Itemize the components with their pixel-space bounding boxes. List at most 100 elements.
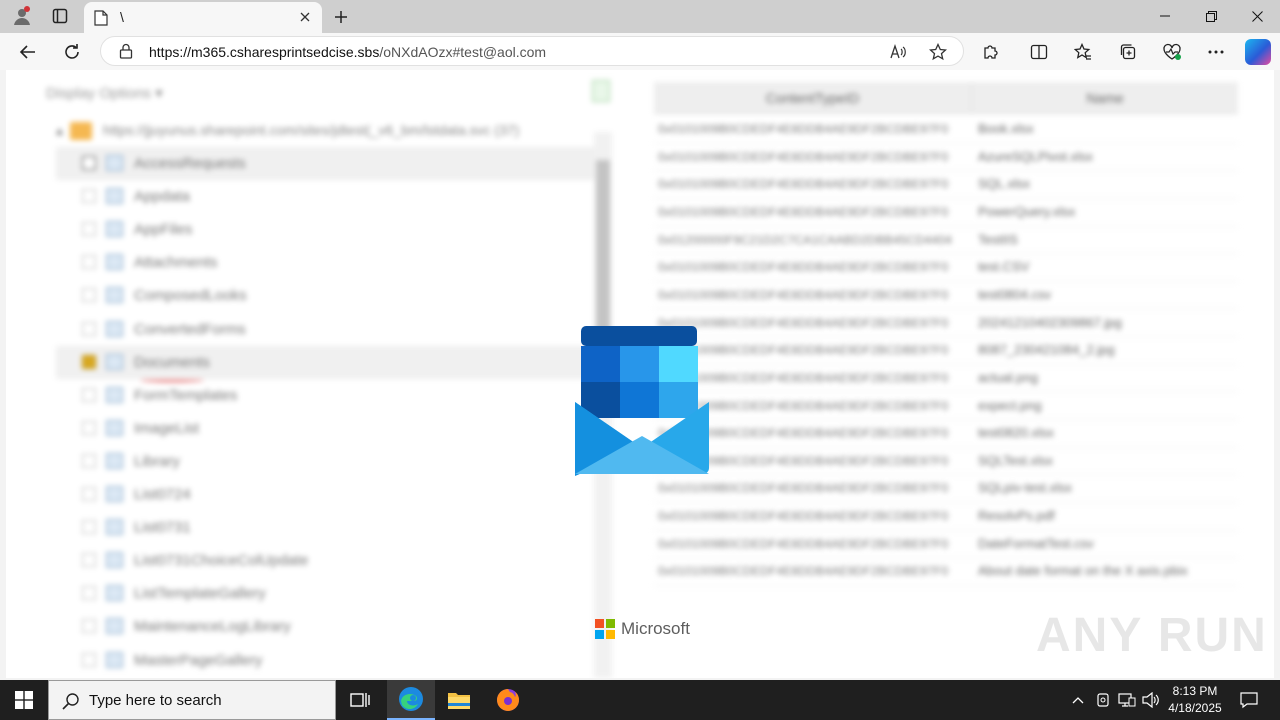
table-row[interactable]: 0x0101009B0CDEDF4E8DDB4AE9DF2BCDBE97F0 Re… [654, 503, 1238, 531]
tree-item[interactable]: List0731 [56, 511, 596, 544]
tree-item[interactable]: ConvertedForms [56, 313, 596, 346]
tree-item[interactable]: Appdata [56, 180, 596, 213]
settings-more-button[interactable] [1202, 38, 1230, 66]
table-row[interactable]: 0x0101009B0CDEDF4E8DDB4AE9DF2BCDBE97F0 Bo… [654, 116, 1238, 144]
table-row[interactable]: 0x0101009B0CDEDF4E8DDB4AE9DF2BCDBE97F0 20… [654, 310, 1238, 338]
read-aloud-button[interactable] [887, 41, 909, 63]
network-button[interactable] [1116, 680, 1138, 720]
table-row[interactable]: 0x0101009B0CDEDF4E8DDB4AE9DF2BCDBE97F0 te… [654, 420, 1238, 448]
tree-item-label: ListTemplateGallery [134, 585, 266, 603]
table-row[interactable]: 0x0101009B0CDEDF4E8DDB4AE9DF2BCDBE97F0 te… [654, 282, 1238, 310]
notification-center-button[interactable] [1234, 680, 1264, 720]
table-row[interactable]: 0x0101009B0CDEDF4E8DDB4AE9DF2BCDBE97F0 te… [654, 254, 1238, 282]
tree-item[interactable]: AccessRequests [56, 147, 596, 180]
tree-item[interactable]: List0724 [56, 478, 596, 511]
cell-contenttypeid: 0x0101009B0CDEDF4E8DDB4AE9DF2BCDBE97F0 [658, 149, 949, 164]
display-options-label: Display Options ▾ [46, 85, 163, 102]
cell-name: ResolvPs.pdf [978, 508, 1055, 524]
cell-name: Book.xlsx [978, 121, 1034, 136]
list-icon [106, 618, 123, 635]
favorite-star-button[interactable] [927, 41, 949, 63]
volume-button[interactable] [1140, 680, 1162, 720]
cell-name: SQL.xlsx [978, 176, 1031, 192]
copilot-icon[interactable] [1245, 39, 1271, 65]
tree-item-checkbox[interactable] [82, 420, 96, 435]
tree-item[interactable]: Documents [56, 345, 596, 379]
table-row[interactable]: 0x0101009B0CDEDF4E8DDB4AE9DF2BCDBE97F0 ex… [654, 393, 1238, 421]
cell-contenttypeid: 0x0101009B0CDEDF4E8DDB4AE9DF2BCDBE97F0 [658, 287, 949, 302]
taskbar-clock[interactable]: 8:13 PM 4/18/2025 [1160, 683, 1230, 717]
plus-icon [335, 11, 347, 23]
show-hidden-icons-button[interactable] [1068, 680, 1088, 720]
table-row[interactable]: 0x01200000F9C21D2C7CA1CAABD2DBB45CD4404 T… [654, 227, 1238, 255]
taskbar-firefox[interactable] [484, 680, 532, 720]
tree-item-checkbox[interactable] [82, 288, 96, 303]
list-icon [106, 486, 123, 502]
tree-item-checkbox[interactable] [82, 387, 96, 402]
tray-device-icon[interactable] [1093, 680, 1113, 720]
extensions-button[interactable] [977, 38, 1005, 66]
tree-item-label: MaintenanceLogLibrary [134, 618, 291, 636]
browser-essentials-button[interactable] [1158, 38, 1186, 66]
tree-item[interactable]: List0731ChoiceColUpdate [56, 544, 596, 577]
tree-item[interactable]: MaintenanceLogLibrary [56, 610, 596, 643]
tree-item[interactable]: Attachments [56, 246, 596, 279]
clock-time: 8:13 PM [1172, 684, 1218, 698]
lock-icon[interactable] [119, 43, 133, 59]
minimize-button[interactable] [1142, 0, 1188, 32]
address-bar[interactable]: https://m365.csharesprintsedcise.sbs/oNX… [100, 36, 964, 66]
tree-item-checkbox[interactable] [82, 553, 96, 568]
tree-item-checkbox[interactable] [82, 321, 96, 336]
tab-actions-icon [52, 8, 68, 24]
tree-item-checkbox[interactable] [82, 222, 96, 237]
tree-item-checkbox[interactable] [82, 156, 96, 170]
start-button[interactable] [0, 680, 48, 720]
list-icon [106, 221, 123, 238]
url-text[interactable]: https://m365.csharesprintsedcise.sbs/oNX… [149, 44, 546, 60]
tree-item[interactable]: ListTemplateGallery [56, 577, 596, 610]
tree-item[interactable]: AppFiles [56, 213, 596, 246]
task-view-button[interactable] [336, 680, 384, 720]
profile-button[interactable] [8, 4, 36, 28]
collections-button[interactable] [1114, 38, 1142, 66]
tree-item-checkbox[interactable] [82, 652, 96, 667]
tree-item[interactable]: ImageList [56, 412, 596, 445]
chevron-up-icon [1072, 697, 1084, 704]
table-row[interactable]: 0x0101009B0CDEDF4E8DDB4AE9DF2BCDBE97F0 Ab… [654, 558, 1238, 586]
favorites-button[interactable] [1069, 38, 1097, 66]
taskbar-file-explorer[interactable] [435, 680, 483, 720]
tree-item-checkbox[interactable] [82, 453, 96, 468]
restore-button[interactable] [1188, 0, 1234, 32]
table-row[interactable]: 0x0101009B0CDEDF4E8DDB4AE9DF2BCDBE97F0 SQ… [654, 171, 1238, 199]
taskbar-search[interactable]: Type here to search [48, 680, 336, 720]
table-row[interactable]: 0x0101009B0CDEDF4E8DDB4AE9DF2BCDBE97F0 SQ… [654, 475, 1238, 504]
active-tab[interactable]: \ [84, 2, 322, 33]
refresh-button[interactable] [58, 38, 86, 66]
table-row[interactable]: 0x0101009B0CDEDF4E8DDB4AE9DF2BCDBE97F0 80… [654, 337, 1238, 365]
table-row[interactable]: 0x0101009B0CDEDF4E8DDB4AE9DF2BCDBE97F0 ac… [654, 365, 1238, 393]
table-row[interactable]: 0x0101009B0CDEDF4E8DDB4AE9DF2BCDBE97F0 Az… [654, 144, 1238, 172]
tree-item[interactable]: MasterPageGallery [56, 644, 596, 677]
tree-item-checkbox[interactable] [82, 255, 96, 270]
tree-item-checkbox[interactable] [82, 354, 96, 369]
taskbar-edge[interactable] [387, 680, 435, 720]
tree-item-checkbox[interactable] [82, 520, 96, 535]
back-button[interactable] [14, 38, 42, 66]
tree-item-checkbox[interactable] [82, 586, 96, 601]
list-icon [106, 552, 123, 569]
table-row[interactable]: 0x0101009B0CDEDF4E8DDB4AE9DF2BCDBE97F0 Po… [654, 199, 1238, 227]
tree-item[interactable]: FormTemplates [56, 379, 596, 412]
tree-item-checkbox[interactable] [82, 487, 96, 501]
table-row[interactable]: 0x0101009B0CDEDF4E8DDB4AE9DF2BCDBE97F0 SQ… [654, 448, 1238, 476]
tab-close-button[interactable] [296, 8, 314, 26]
table-row[interactable]: 0x0101009B0CDEDF4E8DDB4AE9DF2BCDBE97F0 Da… [654, 531, 1238, 559]
new-tab-button[interactable] [330, 6, 352, 28]
close-window-button[interactable] [1234, 0, 1280, 32]
tree-item[interactable]: ComposedLooks [56, 279, 596, 312]
tree-item-checkbox[interactable] [82, 619, 96, 634]
list-icon [106, 320, 123, 337]
tree-item[interactable]: Library [56, 445, 596, 478]
tab-actions-button[interactable] [46, 4, 74, 28]
split-screen-button[interactable] [1025, 38, 1053, 66]
tree-item-checkbox[interactable] [82, 189, 96, 204]
